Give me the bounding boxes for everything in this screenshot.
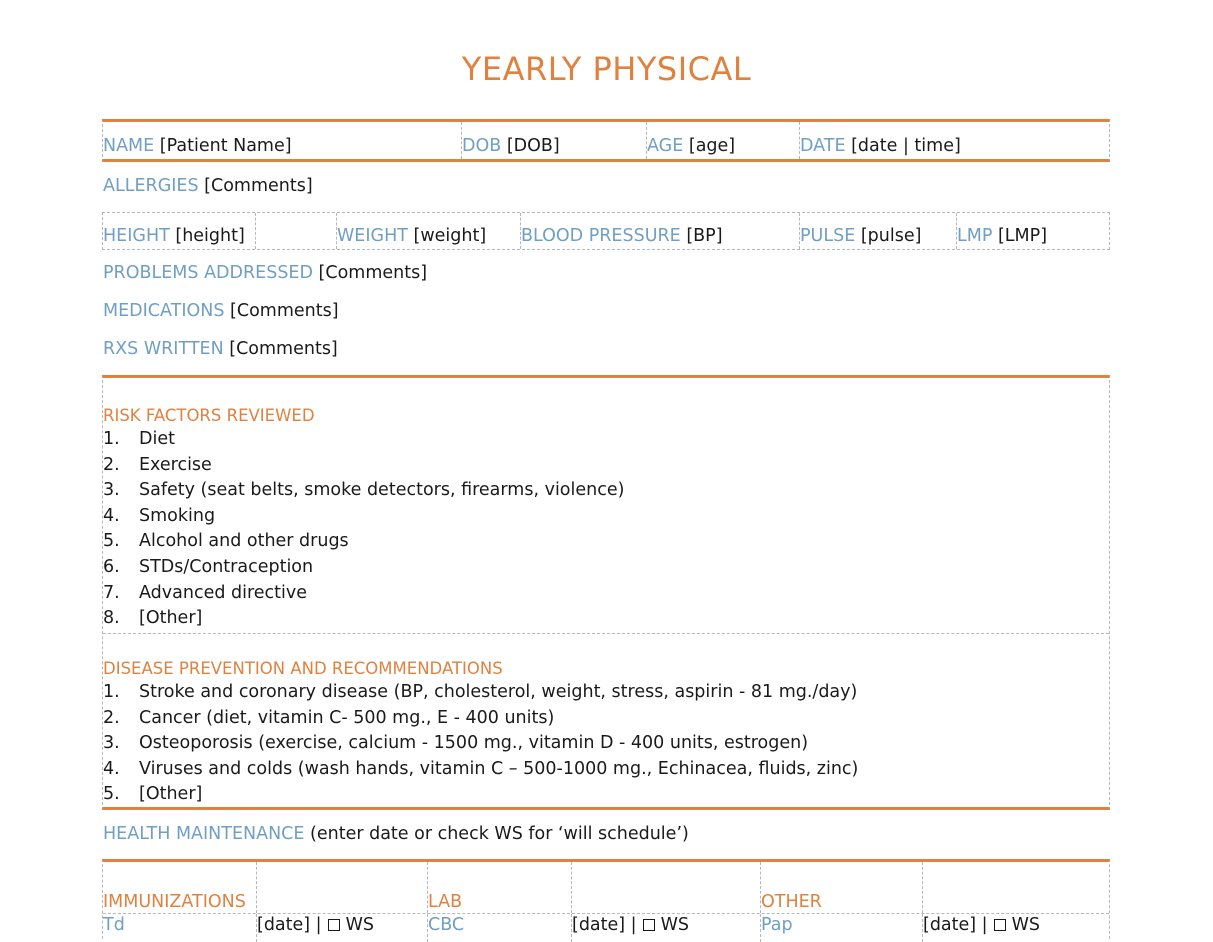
table-header-row: IMMUNIZATIONS LAB OTHER bbox=[103, 862, 1109, 914]
header-blank bbox=[256, 862, 427, 913]
blood-pressure-cell[interactable]: BLOOD PRESSURE [BP] bbox=[520, 213, 799, 249]
dob-value[interactable]: [DOB] bbox=[507, 136, 560, 156]
list-item[interactable]: 2. Cancer (diet, vitamin C- 500 mg., E - … bbox=[103, 708, 858, 734]
height-label: HEIGHT bbox=[103, 226, 170, 246]
list-item[interactable]: 5. [Other] bbox=[103, 784, 858, 810]
allergies-value[interactable]: [Comments] bbox=[204, 176, 313, 196]
list-item[interactable]: 8. [Other] bbox=[103, 608, 624, 634]
name-value[interactable]: [Patient Name] bbox=[160, 136, 292, 156]
td-date[interactable]: [date] | bbox=[257, 915, 322, 935]
allergies-line: ALLERGIES [Comments] bbox=[103, 176, 313, 196]
other-header: OTHER bbox=[760, 862, 922, 913]
disease-prevention-list: 1. Stroke and coronary disease (BP, chole… bbox=[103, 682, 858, 810]
risk-factors-list: 1. Diet 2. Exercise 3. Safety (seat belts, … bbox=[103, 429, 624, 634]
lmp-value[interactable]: [LMP] bbox=[998, 226, 1047, 246]
lab-header: LAB bbox=[427, 862, 571, 913]
medications-label: MEDICATIONS bbox=[103, 301, 225, 321]
age-cell[interactable]: AGE [age] bbox=[646, 122, 799, 159]
list-item[interactable]: 6. STDs/Contraception bbox=[103, 557, 624, 583]
header-blank bbox=[571, 862, 760, 913]
risk-and-prevention-box: RISK FACTORS REVIEWED 1. Diet 2. Exercise … bbox=[102, 375, 1110, 810]
ws-checkbox[interactable] bbox=[642, 919, 655, 931]
health-maintenance-note: (enter date or check WS for ‘will schedu… bbox=[310, 824, 689, 844]
date-label: DATE bbox=[800, 136, 846, 156]
problems-line: PROBLEMS ADDRESSED [Comments] bbox=[103, 263, 427, 283]
pulse-label: PULSE bbox=[800, 226, 856, 246]
list-item[interactable]: 5. Alcohol and other drugs bbox=[103, 531, 624, 557]
list-item[interactable]: 4. Viruses and colds (wash hands, vitamin… bbox=[103, 759, 858, 785]
cbc-item: CBC bbox=[427, 914, 571, 942]
ws-checkbox[interactable] bbox=[327, 919, 340, 931]
list-item[interactable]: 7. Advanced directive bbox=[103, 583, 624, 609]
header-blank bbox=[922, 862, 1109, 913]
height-cell[interactable]: HEIGHT [height] bbox=[103, 213, 255, 249]
list-item[interactable]: 3. Safety (seat belts, smoke detectors, f… bbox=[103, 480, 624, 506]
weight-label: WEIGHT bbox=[337, 226, 408, 246]
name-label: NAME bbox=[103, 136, 155, 156]
list-item[interactable]: 1. Stroke and coronary disease (BP, chole… bbox=[103, 682, 858, 708]
ws-checkbox[interactable] bbox=[993, 919, 1006, 931]
medications-line: MEDICATIONS [Comments] bbox=[103, 301, 339, 321]
problems-label: PROBLEMS ADDRESSED bbox=[103, 263, 313, 283]
immunizations-header: IMMUNIZATIONS bbox=[103, 892, 246, 912]
weight-value[interactable]: [weight] bbox=[414, 226, 487, 246]
rxs-line: RXS WRITTEN [Comments] bbox=[103, 339, 338, 359]
blood-pressure-value[interactable]: [BP] bbox=[686, 226, 722, 246]
age-value[interactable]: [age] bbox=[689, 136, 735, 156]
rxs-label: RXS WRITTEN bbox=[103, 339, 224, 359]
lmp-cell[interactable]: LMP [LMP] bbox=[956, 213, 1109, 249]
pap-date[interactable]: [date] | bbox=[923, 915, 988, 935]
list-item[interactable]: 4. Smoking bbox=[103, 506, 624, 532]
list-item[interactable]: 3. Osteoporosis (exercise, calcium - 1500… bbox=[103, 733, 858, 759]
dob-cell[interactable]: DOB [DOB] bbox=[461, 122, 646, 159]
page-title: YEARLY PHYSICAL bbox=[461, 50, 752, 88]
blank-cell[interactable] bbox=[255, 213, 336, 249]
vitals-row: HEIGHT [height] WEIGHT [weight] BLOOD PR… bbox=[102, 212, 1110, 250]
problems-value[interactable]: [Comments] bbox=[319, 263, 428, 283]
patient-info-row: NAME [Patient Name] DOB [DOB] AGE [age] … bbox=[102, 119, 1110, 162]
yearly-physical-form: YEARLY PHYSICAL NAME [Patient Name] DOB … bbox=[0, 0, 1213, 942]
name-cell[interactable]: NAME [Patient Name] bbox=[103, 122, 461, 159]
health-maintenance-table: IMMUNIZATIONS LAB OTHER Td [date] | WS CB… bbox=[102, 859, 1110, 942]
section-divider bbox=[103, 633, 1109, 634]
disease-prevention-heading: DISEASE PREVENTION AND RECOMMENDATIONS bbox=[103, 659, 503, 678]
risk-factors-heading: RISK FACTORS REVIEWED bbox=[103, 406, 315, 425]
health-maintenance-line: HEALTH MAINTENANCE (enter date or check … bbox=[103, 824, 689, 844]
health-maintenance-label: HEALTH MAINTENANCE bbox=[103, 824, 305, 844]
pap-date-cell[interactable]: [date] | WS bbox=[922, 914, 1109, 942]
list-item[interactable]: 2. Exercise bbox=[103, 455, 624, 481]
cbc-date-cell[interactable]: [date] | WS bbox=[571, 914, 760, 942]
height-value[interactable]: [height] bbox=[175, 226, 244, 246]
date-value[interactable]: [date | time] bbox=[851, 136, 961, 156]
pulse-value[interactable]: [pulse] bbox=[861, 226, 922, 246]
table-row: Td [date] | WS CBC [date] | WS Pap [date] … bbox=[103, 914, 1109, 942]
medications-value[interactable]: [Comments] bbox=[230, 301, 339, 321]
td-item: Td bbox=[103, 915, 125, 935]
blood-pressure-label: BLOOD PRESSURE bbox=[521, 226, 681, 246]
dob-label: DOB bbox=[462, 136, 502, 156]
lmp-label: LMP bbox=[957, 226, 993, 246]
pulse-cell[interactable]: PULSE [pulse] bbox=[799, 213, 956, 249]
weight-cell[interactable]: WEIGHT [weight] bbox=[336, 213, 520, 249]
cbc-date[interactable]: [date] | bbox=[572, 915, 637, 935]
allergies-label: ALLERGIES bbox=[103, 176, 199, 196]
date-cell[interactable]: DATE [date | time] bbox=[799, 122, 1109, 159]
list-item[interactable]: 1. Diet bbox=[103, 429, 624, 455]
td-date-cell[interactable]: [date] | WS bbox=[256, 914, 427, 942]
pap-item: Pap bbox=[760, 914, 922, 942]
rxs-value[interactable]: [Comments] bbox=[229, 339, 338, 359]
age-label: AGE bbox=[647, 136, 684, 156]
